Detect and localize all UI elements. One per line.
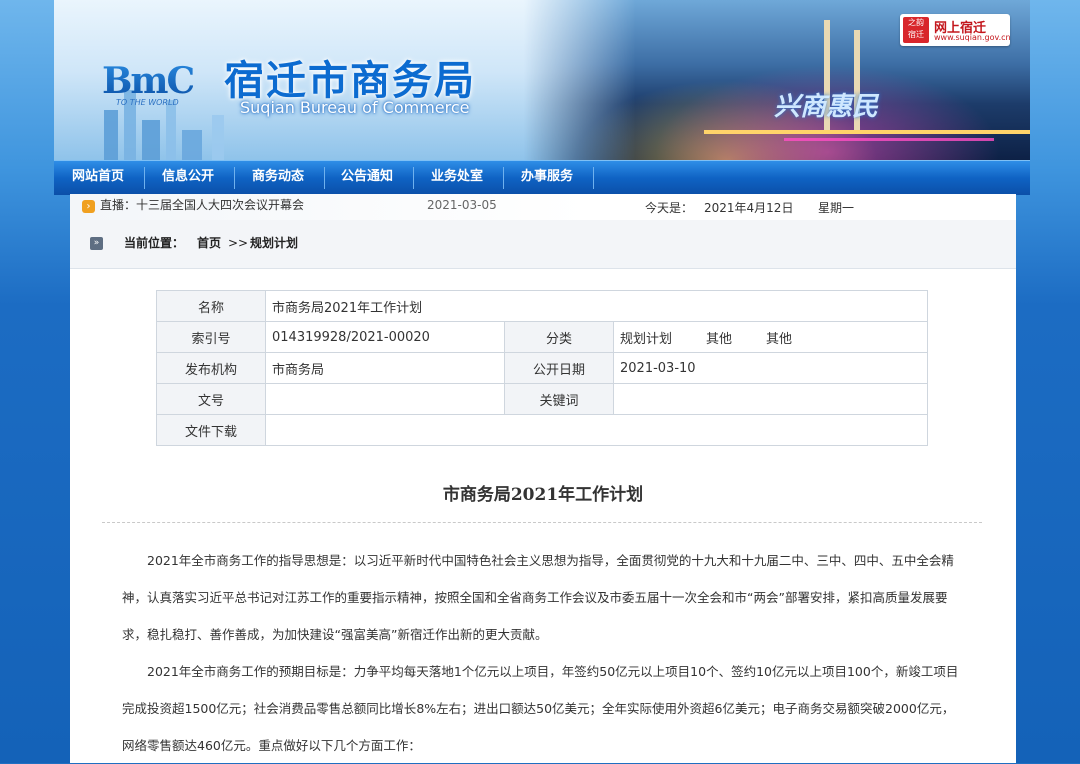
live-arrow-icon: › (82, 200, 95, 213)
meta-label: 文件下载 (156, 414, 266, 446)
news-ticker: › 直播：十三届全国人大四次会议开幕会 2021-03-05 (70, 194, 588, 220)
site-title-english: Suqian Bureau of Commerce (240, 98, 470, 117)
document-meta-table: 名称 市商务局2021年工作计划 索引号 014319928/2021-0002… (156, 290, 928, 446)
meta-label: 发布机构 (156, 352, 266, 384)
double-chevron-icon: » (90, 237, 103, 250)
meta-label: 公开日期 (504, 352, 614, 384)
site-banner: BmC TO THE WORLD 宿迁市商务局 Suqian Bureau of… (54, 0, 1030, 160)
table-row: 索引号 014319928/2021-00020 分类 规划计划 其他 其他 (156, 321, 928, 353)
today-weekday: 星期一 (818, 201, 855, 215)
nav-separator (324, 167, 325, 189)
category-item: 其他 (766, 331, 793, 347)
meta-download-value[interactable] (265, 414, 928, 446)
ticker-date: 2021-03-05 (427, 198, 497, 212)
table-row: 文号 关键词 (156, 383, 928, 415)
nav-separator (144, 167, 145, 189)
logo-tagline: TO THE WORLD (116, 98, 179, 107)
breadcrumb-home-link[interactable]: 首页 (197, 220, 221, 266)
meta-date-value: 2021-03-10 (613, 352, 928, 384)
badge-site: www.suqian.gov.cn (934, 33, 1011, 42)
nav-commerce-news[interactable]: 商务动态 (252, 161, 304, 195)
today-label: 今天是： (645, 201, 694, 215)
meta-org-value: 市商务局 (265, 352, 505, 384)
nav-separator (593, 167, 594, 189)
nav-separator (234, 167, 235, 189)
category-item: 规划计划 (620, 331, 673, 347)
nav-services[interactable]: 办事服务 (521, 161, 573, 195)
meta-name-value: 市商务局2021年工作计划 (265, 290, 928, 322)
article-paragraph: 2021年全市商务工作的指导思想是：以习近平新时代中国特色社会主义思想为指导，全… (122, 553, 954, 642)
category-item: 其他 (706, 331, 733, 347)
meta-index-value: 014319928/2021-00020 (265, 321, 505, 353)
meta-keyword-value (613, 383, 928, 415)
wangshang-suqian-link[interactable]: 之韵 宿迁 网上宿迁 www.suqian.gov.cn (900, 14, 1011, 46)
table-row: 发布机构 市商务局 公开日期 2021-03-10 (156, 352, 928, 384)
meta-category-value: 规划计划 其他 其他 (613, 321, 928, 353)
breadcrumb-current-link[interactable]: 规划计划 (250, 220, 298, 266)
title-divider (102, 522, 982, 523)
meta-label: 文号 (156, 383, 266, 415)
suqian-seal-icon: 之韵 宿迁 (903, 17, 929, 43)
meta-label: 索引号 (156, 321, 266, 353)
logo-text: BmC (102, 60, 195, 102)
table-row: 名称 市商务局2021年工作计划 (156, 290, 928, 322)
article-paragraph: 2021年全市商务工作的预期目标是：力争平均每天落地1个亿元以上项目，年签约50… (122, 664, 959, 753)
main-nav: 网站首页 信息公开 商务动态 公告通知 业务处室 办事服务 (54, 160, 1030, 195)
meta-docno-value (265, 383, 505, 415)
today-date: 2021年4月12日 (704, 201, 794, 215)
nav-separator (413, 167, 414, 189)
bridge-lights (784, 138, 994, 141)
breadcrumb-label: 当前位置： (124, 236, 185, 250)
table-row: 文件下载 (156, 414, 928, 446)
ticker-headline[interactable]: 直播：十三届全国人大四次会议开幕会 (100, 194, 304, 216)
info-strip: › 直播：十三届全国人大四次会议开幕会 2021-03-05 今天是： 2021… (70, 194, 1016, 221)
nav-announcements[interactable]: 公告通知 (341, 161, 393, 195)
nav-home[interactable]: 网站首页 (72, 161, 124, 195)
nav-separator (503, 167, 504, 189)
main-content: » 当前位置： 首页 >> 规划计划 名称 市商务局2021年工作计划 索引号 … (70, 220, 1016, 763)
meta-label: 关键词 (504, 383, 614, 415)
nav-departments[interactable]: 业务处室 (431, 161, 483, 195)
banner-slogan: 兴商惠民 (774, 92, 879, 122)
article-title: 市商务局2021年工作计划 (442, 485, 644, 505)
nav-info-disclosure[interactable]: 信息公开 (162, 161, 214, 195)
bridge-deck (704, 130, 1030, 134)
breadcrumb: » 当前位置： 首页 >> 规划计划 (70, 220, 1016, 269)
site-logo[interactable]: BmC TO THE WORLD (102, 60, 195, 108)
breadcrumb-separator: >> (228, 236, 249, 250)
meta-label: 名称 (156, 290, 266, 322)
meta-label: 分类 (504, 321, 614, 353)
